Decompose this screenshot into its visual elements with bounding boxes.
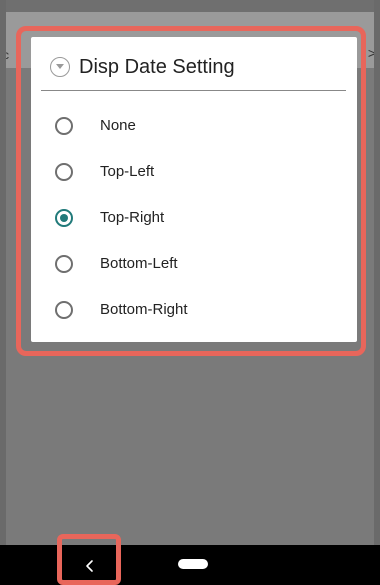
- status-bar-area: [0, 0, 380, 12]
- option-label: None: [100, 117, 136, 134]
- back-chevron-icon: [86, 560, 93, 572]
- home-pill-icon[interactable]: [178, 559, 208, 569]
- scrim-edge-right: [374, 0, 380, 545]
- header-divider: [41, 90, 346, 91]
- radio-button[interactable]: [55, 255, 73, 273]
- option-label: Bottom-Left: [100, 255, 178, 272]
- option-label: Top-Right: [100, 209, 165, 226]
- option-bottom-right[interactable]: Bottom-Right: [31, 290, 357, 336]
- radio-button[interactable]: [55, 209, 73, 227]
- back-button[interactable]: [80, 556, 100, 576]
- scrim-edge-left: [0, 0, 6, 545]
- radio-button[interactable]: [55, 301, 73, 319]
- disp-date-setting-dialog: Disp Date Setting None Top-Left Top-Righ…: [31, 37, 357, 342]
- radio-button[interactable]: [55, 163, 73, 181]
- option-label: Top-Left: [100, 163, 155, 180]
- radio-button[interactable]: [55, 117, 73, 135]
- option-label: Bottom-Right: [100, 301, 188, 318]
- dialog-title: Disp Date Setting: [79, 56, 235, 78]
- option-top-right[interactable]: Top-Right: [31, 198, 357, 244]
- option-top-left[interactable]: Top-Left: [31, 152, 357, 198]
- chevron-down-circle-icon: [50, 57, 70, 77]
- option-none[interactable]: None: [31, 106, 357, 152]
- option-bottom-left[interactable]: Bottom-Left: [31, 244, 357, 290]
- dialog-header: Disp Date Setting: [31, 37, 357, 91]
